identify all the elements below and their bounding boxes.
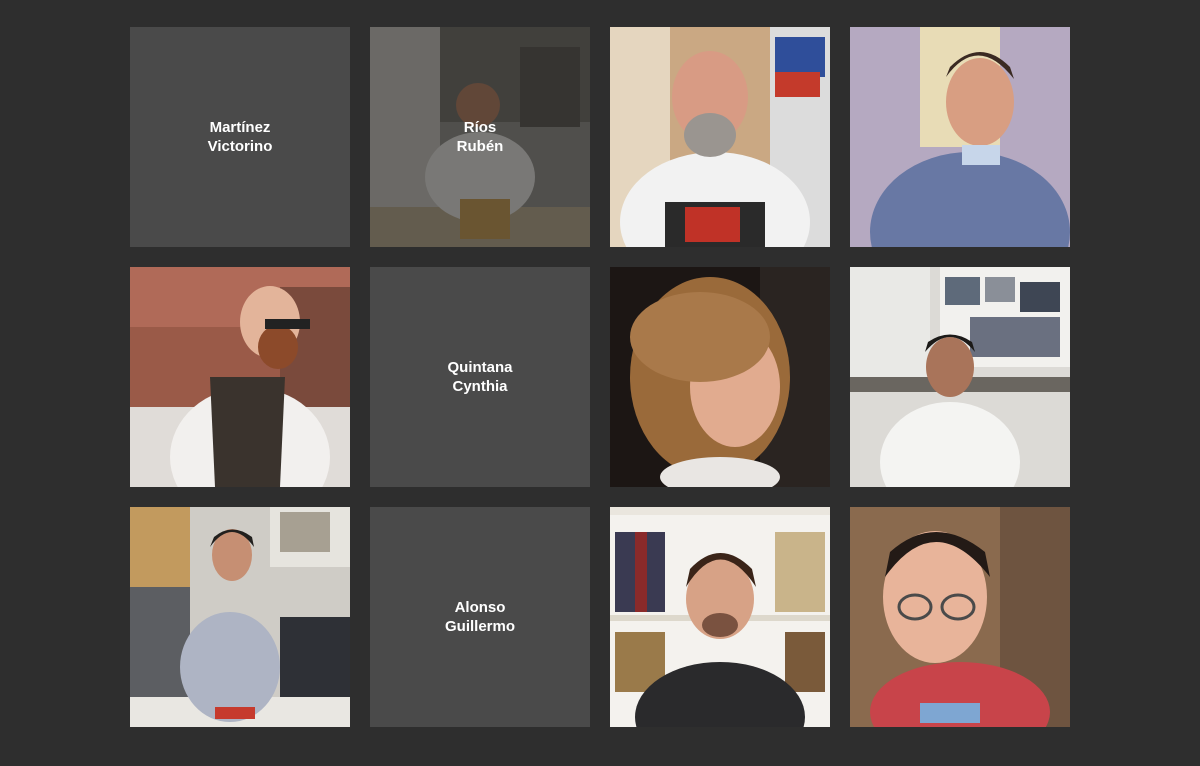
team-member-tile-photo[interactable] [850,267,1070,487]
team-member-tile-photo[interactable] [610,267,830,487]
team-member-photo [130,267,350,487]
team-member-tile-rios-ruben[interactable]: Ríos Rubén [370,27,590,247]
team-member-tile-alonso-guillermo[interactable]: Alonso Guillermo [370,507,590,727]
team-photo-grid: Martínez Victorino Ríos Rubén Quintana C… [130,27,1070,727]
team-member-photo [850,27,1070,247]
team-member-caption: Martínez Victorino [130,27,350,247]
team-member-photo [610,507,830,727]
team-member-photo [610,27,830,247]
team-member-tile-photo[interactable] [130,267,350,487]
team-member-surname: Martínez [209,119,271,136]
team-member-caption: Alonso Guillermo [370,507,590,727]
team-member-tile-martinez-victorino[interactable]: Martínez Victorino [130,27,350,247]
team-member-tile-photo[interactable] [850,27,1070,247]
team-member-photo [850,267,1070,487]
team-member-surname: Alonso [454,599,506,616]
team-member-given-name: Rubén [456,138,504,155]
team-member-given-name: Victorino [207,138,273,155]
team-member-photo [850,507,1070,727]
team-member-tile-photo[interactable] [850,507,1070,727]
team-member-given-name: Guillermo [444,618,515,635]
team-member-photo [130,507,350,727]
team-member-given-name: Cynthia [452,378,508,395]
team-member-photo [610,267,830,487]
team-member-tile-photo[interactable] [130,507,350,727]
team-member-surname: Ríos [463,119,497,136]
team-member-tile-photo[interactable] [610,507,830,727]
team-member-tile-photo[interactable] [610,27,830,247]
team-member-tile-quintana-cynthia[interactable]: Quintana Cynthia [370,267,590,487]
team-member-caption: Ríos Rubén [370,27,590,247]
team-member-surname: Quintana [447,359,513,376]
team-member-caption: Quintana Cynthia [370,267,590,487]
